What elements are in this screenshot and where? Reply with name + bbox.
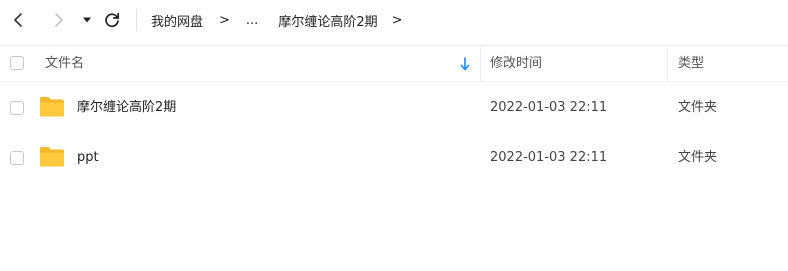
file-type: 文件夹 bbox=[678, 150, 718, 165]
folder-icon bbox=[40, 97, 64, 117]
file-name[interactable]: ppt bbox=[77, 133, 99, 183]
column-header-type[interactable]: 类型 bbox=[678, 46, 704, 81]
history-dropdown-button[interactable] bbox=[78, 8, 96, 32]
chevron-left-icon bbox=[14, 13, 22, 27]
refresh-icon bbox=[105, 12, 120, 28]
breadcrumb-separator: > bbox=[219, 12, 230, 28]
refresh-button[interactable] bbox=[100, 8, 124, 32]
chevron-right-icon bbox=[55, 13, 63, 27]
breadcrumb-separator: > bbox=[391, 12, 403, 28]
sort-down-arrow-icon[interactable] bbox=[459, 56, 471, 72]
file-name[interactable]: 摩尔缠论高阶2期 bbox=[77, 83, 176, 133]
table-row[interactable]: ppt 2022-01-03 22:11 文件夹 bbox=[0, 133, 788, 183]
table-header: 文件名 修改时间 类型 bbox=[0, 45, 788, 82]
toolbar: 我的网盘 > ... 摩尔缠论高阶2期 > bbox=[0, 0, 788, 40]
file-mtime: 2022-01-03 22:11 bbox=[490, 100, 608, 115]
select-all-checkbox[interactable] bbox=[10, 56, 24, 70]
folder-icon bbox=[40, 147, 64, 167]
caret-down-icon bbox=[83, 17, 91, 23]
file-type: 文件夹 bbox=[678, 100, 718, 115]
column-header-mtime[interactable]: 修改时间 bbox=[490, 46, 542, 81]
column-divider[interactable] bbox=[667, 46, 668, 81]
table-row[interactable]: 摩尔缠论高阶2期 2022-01-03 22:11 文件夹 bbox=[0, 83, 788, 133]
file-browser: 我的网盘 > ... 摩尔缠论高阶2期 > 文件名 修改时间 类型 摩尔缠论高阶… bbox=[0, 0, 788, 271]
breadcrumb-current[interactable]: 摩尔缠论高阶2期 bbox=[278, 11, 377, 30]
back-button[interactable] bbox=[6, 8, 30, 32]
breadcrumb-root[interactable]: 我的网盘 bbox=[151, 11, 203, 30]
column-header-name[interactable]: 文件名 bbox=[45, 46, 84, 81]
column-divider[interactable] bbox=[480, 46, 481, 81]
breadcrumb-ellipsis[interactable]: ... bbox=[246, 13, 258, 28]
row-checkbox[interactable] bbox=[10, 101, 24, 115]
row-checkbox[interactable] bbox=[10, 151, 24, 165]
breadcrumb: 我的网盘 > ... 摩尔缠论高阶2期 > bbox=[151, 0, 403, 40]
file-mtime: 2022-01-03 22:11 bbox=[490, 150, 608, 165]
toolbar-divider bbox=[136, 9, 137, 31]
forward-button[interactable] bbox=[47, 8, 71, 32]
